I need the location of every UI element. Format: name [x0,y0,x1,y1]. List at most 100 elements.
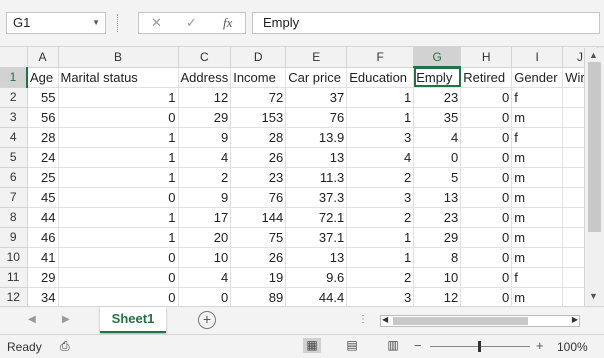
cell[interactable]: 4 [346,147,415,168]
cell[interactable]: 76 [230,187,287,208]
page-layout-icon[interactable]: ▤ [343,338,361,353]
cell[interactable]: 0 [58,267,179,288]
cell[interactable]: 29 [178,107,232,128]
cell[interactable]: 28 [230,127,287,148]
cell[interactable]: 0 [460,87,513,108]
row-header[interactable]: 7 [0,187,28,208]
column-header[interactable]: D [230,47,287,68]
cell[interactable]: 13.9 [285,127,348,148]
cell[interactable]: 20 [178,227,232,248]
cell[interactable]: m [511,187,564,208]
cell[interactable]: 0 [460,147,513,168]
cell[interactable]: 5 [413,167,462,188]
cell[interactable]: 13 [413,187,462,208]
cell[interactable]: 72 [230,87,287,108]
row-header[interactable]: 4 [0,127,28,148]
next-sheet-icon[interactable]: ▶ [62,314,70,325]
page-break-icon[interactable]: ▥ [384,338,402,353]
cell[interactable]: 0 [58,187,179,208]
cell[interactable]: Age [27,67,59,88]
cell[interactable]: 0 [460,267,513,288]
cell[interactable]: 144 [230,207,287,228]
cell[interactable]: 76 [285,107,348,128]
cell[interactable]: 29 [413,227,462,248]
scroll-right-icon[interactable]: ▶ [572,315,578,324]
cell[interactable]: 37.1 [285,227,348,248]
cell[interactable]: 0 [58,247,179,268]
cell[interactable]: Address [178,67,232,88]
cell[interactable]: 35 [413,107,462,128]
cell[interactable]: 1 [346,227,415,248]
cell[interactable]: 4 [178,147,232,168]
zoom-level[interactable]: 100% [557,340,588,354]
cell[interactable]: 28 [27,127,59,148]
cell[interactable]: Marital status [58,67,179,88]
row-header[interactable]: 8 [0,207,28,228]
cell[interactable]: 2 [346,167,415,188]
row-header[interactable]: 3 [0,107,28,128]
row-header[interactable]: 2 [0,87,28,108]
cell[interactable]: 2 [346,267,415,288]
column-header[interactable]: B [58,47,179,68]
cell[interactable]: 72.1 [285,207,348,228]
cell[interactable]: 1 [58,87,179,108]
column-header[interactable]: H [460,47,513,68]
macro-record-icon[interactable]: ⎙ [60,339,70,354]
cell[interactable]: 10 [413,267,462,288]
cell[interactable]: m [511,227,564,248]
cell[interactable]: 0 [58,107,179,128]
chevron-down-icon[interactable]: ▼ [92,13,100,33]
cell[interactable]: f [511,267,564,288]
select-all-corner[interactable] [0,47,28,68]
cancel-icon[interactable]: ✕ [151,15,162,31]
cell[interactable]: 10 [178,247,232,268]
scroll-thumb[interactable] [393,317,528,325]
cell[interactable]: 0 [460,287,513,308]
cell[interactable]: Gender [511,67,564,88]
column-header[interactable]: E [285,47,348,68]
insert-function-icon[interactable]: fx [223,15,232,31]
cell[interactable]: m [511,167,564,188]
cell[interactable]: 44 [27,207,59,228]
cell[interactable]: 12 [178,87,232,108]
vertical-scrollbar[interactable]: ▲ ▼ [584,48,604,306]
cell[interactable]: 89 [230,287,287,308]
cell[interactable]: 0 [413,147,462,168]
row-header[interactable]: 12 [0,287,28,308]
cell[interactable]: 9 [178,187,232,208]
zoom-knob[interactable] [478,341,481,352]
cell[interactable]: 29 [27,267,59,288]
cell[interactable]: 26 [230,247,287,268]
cell[interactable]: Income [230,67,287,88]
cell[interactable]: 1 [346,247,415,268]
cell[interactable]: 25 [27,167,59,188]
cell[interactable]: 3 [346,187,415,208]
cell[interactable]: 0 [460,127,513,148]
cell[interactable]: 0 [178,287,232,308]
cell[interactable]: 24 [27,147,59,168]
cell[interactable]: 0 [460,107,513,128]
cell[interactable]: 1 [58,147,179,168]
normal-view-icon[interactable]: ▦ [303,338,321,353]
cell[interactable]: 1 [58,127,179,148]
cell[interactable]: Education [346,67,415,88]
zoom-out-icon[interactable]: − [414,338,422,353]
cell[interactable]: 1 [58,227,179,248]
scroll-down-icon[interactable]: ▼ [589,291,598,301]
sheet-tab[interactable]: Sheet1 [100,307,166,333]
cell[interactable]: Retired [460,67,513,88]
column-header[interactable]: C [178,47,232,68]
zoom-slider[interactable] [430,341,530,352]
name-box[interactable]: G1 ▼ [6,12,106,34]
cell[interactable]: 75 [230,227,287,248]
cell[interactable]: 55 [27,87,59,108]
enter-icon[interactable]: ✓ [186,15,197,31]
cell[interactable]: 0 [460,247,513,268]
scroll-left-icon[interactable]: ◀ [382,315,388,324]
cell[interactable]: 13 [285,247,348,268]
cell[interactable]: 45 [27,187,59,208]
cell[interactable]: m [511,207,564,228]
cell[interactable]: 4 [178,267,232,288]
cell[interactable]: 11.3 [285,167,348,188]
cell[interactable]: 26 [230,147,287,168]
